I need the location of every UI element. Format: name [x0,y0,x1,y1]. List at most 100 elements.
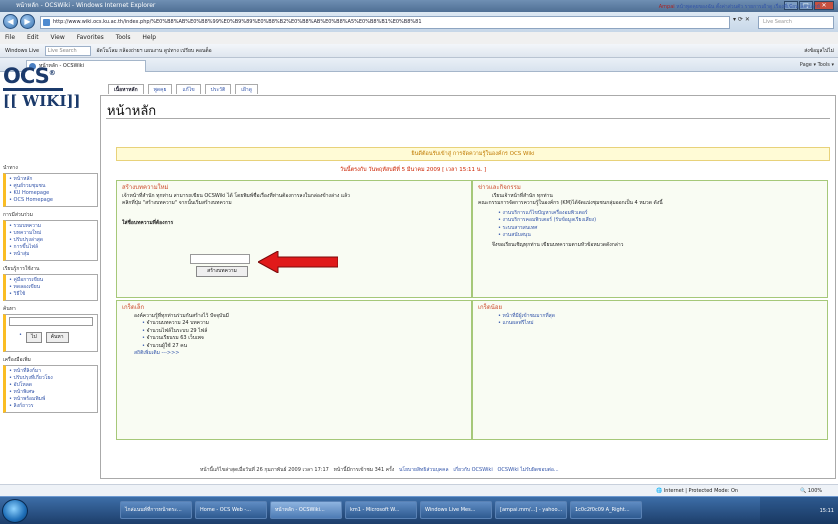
stats-more-link[interactable]: สถิติเพิ่มเติม --->>> [122,350,466,358]
sidebar-item-what-links-here[interactable]: หน้าที่ลิงก์มา [9,368,94,375]
tab-edit[interactable]: แก้ไข [176,84,201,94]
page-footer: หน้านี้แก้ไขล่าสุดเมื่อวันที่ 26 กุมภาพั… [200,466,559,474]
live-search-input[interactable]: Live Search [758,16,834,29]
small-tips-item[interactable]: หน้าที่มีผู้เข้าชมมากที่สุด [498,313,822,321]
menu-edit[interactable]: Edit [27,34,39,41]
create-article-button[interactable]: สร้างบทความ [196,266,248,277]
news-heading: ข่าวและกิจกรรม [478,184,521,191]
windows-live-link[interactable]: Windows Live [5,48,39,54]
disclaimer-link[interactable]: OCSWiki ไม่รับผิดชอบต่อ... [498,467,559,473]
news-footer: จึงขอเรียนเชิญทุกท่าน เขียนบทความตามหัวข… [492,241,624,248]
news-item-link[interactable]: งานบริการคอมพิวเตอร์ (รับข้อมูลเรียงเสีย… [503,217,596,223]
about-link[interactable]: เกี่ยวกับ OCSWiki [453,467,492,473]
sidebar-item-related-changes[interactable]: ปรับปรุงที่เกี่ยวโยง [9,375,94,382]
small-tips-item[interactable]: แกนผลฟรีไหม่ [498,320,822,328]
tips-heading: เกร็ดเล็ก [122,304,145,311]
tab-history[interactable]: ประวัติ [204,84,232,94]
taskbar-button[interactable]: km1 - Microsoft W... [345,501,417,519]
forward-button[interactable]: ▶ [20,14,35,29]
news-item-link[interactable]: งานบริการแก้ไขปัญหาเครื่องอมพิวเตอร์ [503,210,588,216]
taskbar-button[interactable]: ไกล่แนนท์ที่การหน้าตระ... [120,501,192,519]
page-icon [43,19,50,26]
address-bar[interactable]: http://www.wiki.ocs.ku.ac.th/index.php/%… [40,16,730,29]
live-search-label: Live Search [47,47,77,54]
small-tips-link[interactable]: แกนผลฟรีไหม่ [503,320,534,326]
links-right[interactable]: ส่งข้อมูลไปไม่ [804,44,834,58]
tab-article[interactable]: เนื้อหาหลัก [108,84,144,94]
taskbar-button[interactable]: Windows Live Mes... [420,501,492,519]
sidebar-item-help[interactable]: วิธีใช้ [9,291,94,298]
privacy-link[interactable]: นโยบายสิทธิส่วนบุคคล [399,467,449,473]
sidebar-item-uploads[interactable]: การขึ้นไฟล์ [9,244,94,251]
taskbar-button-active[interactable]: หน้าหลัก - OCSWiki... [270,501,342,519]
nav-heading: นำทาง [3,165,18,171]
search-go-button[interactable]: ไป [25,332,42,343]
tips-item: จำนวนผู้ใช้ 27 คน [142,343,466,351]
news-item-link[interactable]: งานสนับสนุน [503,232,531,238]
tab-watch[interactable]: เฝ้าดู [235,84,258,94]
back-button[interactable]: ◀ [3,14,18,29]
create-article-box: สร้างบทความใหม่ เจ้าหน้าที่สำนัก ทุกท่าน… [116,180,472,298]
sidebar-item-ku-homepage[interactable]: KU Homepage [9,190,94,197]
window-title: หน้าหลัก - OCSWiki - Windows Internet Ex… [16,2,156,9]
zone-text: Internet | Protected Mode: On [663,488,739,494]
tips-box: เกร็ดเล็ก องค์ความรู้ที่ทุกท่านร่วมกันสร… [116,300,472,440]
taskbar-button[interactable]: 1c0c2f0c09 A_Right... [570,501,642,519]
sidebar-item-new-articles[interactable]: บทความใหม่ [9,230,94,237]
small-tips-link[interactable]: หน้าที่มีผู้เข้าชมมากที่สุด [503,313,555,319]
search-portlet: ไป ค้นหา [3,314,98,352]
sidebar-item-upload[interactable]: อัปโหลด [9,382,94,389]
refresh-stop-icons[interactable]: ▾ ⟳ ✕ [733,16,750,23]
create-article-heading: สร้างบทความใหม่ [122,184,169,191]
site-logo[interactable]: OCS® [[ WIKI]] [3,62,81,118]
page-tabs: เนื้อหาหลัก พูดคุย แก้ไข ประวัติ เฝ้าดู [108,84,258,94]
view-count: หน้านี้มีการเข้าชม 341 ครั้ง [333,467,395,473]
news-item[interactable]: ระบบสารสนเทศ [498,225,822,233]
sidebar: นำทาง หน้าหลัก ศูนย์รวมชุมชน KU Homepage… [3,160,98,413]
small-tips-list: หน้าที่มีผู้เข้าชมมากที่สุด แกนผลฟรีไหม่ [478,313,822,328]
news-item[interactable]: งานสนับสนุน [498,232,822,240]
sidebar-item-recent-changes[interactable]: ปรับปรุงล่าสุด [9,237,94,244]
news-item[interactable]: งานบริการแก้ไขปัญหาเครื่องอมพิวเตอร์ [498,210,822,218]
menu-view[interactable]: View [51,34,65,41]
start-button[interactable] [2,499,28,523]
menu-bar: File Edit View Favorites Tools Help [0,32,838,44]
sidebar-item-ocs-homepage[interactable]: OCS Homepage [9,197,94,204]
user-link[interactable]: Ampai [659,4,675,10]
participation-portlet: รวมบทความ บทความใหม่ ปรับปรุงล่าสุด การข… [3,220,98,261]
menu-favorites[interactable]: Favorites [77,34,104,41]
menu-file[interactable]: File [5,34,15,41]
sidebar-item-special-pages[interactable]: หน้าพิเศษ [9,389,94,396]
create-article-label: ใส่ชื่อบทความที่ต้องการ [122,219,174,226]
news-item[interactable]: งานบริการคอมพิวเตอร์ (รับข้อมูลเรียงเสีย… [498,217,822,225]
sidebar-item-community[interactable]: ศูนย์รวมชุมชน [9,183,94,190]
live-search-box[interactable]: Live Search [44,45,91,56]
personal-menu[interactable]: หน้าพูดคุยของฉัน ตั้งค่าส่วนตัว รายการเฝ… [676,4,820,10]
links-items[interactable]: อัตโนโลม กล้องถ่ายฯ แผนงาน ดูปทาง เปรียบ… [96,48,211,54]
logo-wiki: [[ WIKI]] [3,92,81,110]
sidebar-item-printable[interactable]: หน้าพร้อมพิมพ์ [9,396,94,403]
taskbar-button[interactable]: [ampai.mm/...] - yahoo... [495,501,567,519]
sidebar-item-main[interactable]: หน้าหลัก [9,176,94,183]
logo-bar [3,88,63,91]
page-tools-menu[interactable]: Page ▾ Tools ▾ [800,58,834,72]
sidebar-item-sandbox[interactable]: ทดลองเขียน [9,284,94,291]
wiki-search-input[interactable] [9,317,93,326]
learn-heading: เรียนรู้การใช้งาน [3,266,40,272]
menu-tools[interactable]: Tools [116,34,131,41]
clock[interactable]: 15:11 [820,508,834,514]
taskbar-button[interactable]: Home - OCS Web -... [195,501,267,519]
search-heading: ค้นหา [3,306,16,312]
news-list: งานบริการแก้ไขปัญหาเครื่องอมพิวเตอร์ งาน… [478,210,822,240]
sidebar-item-all-articles[interactable]: รวมบทความ [9,223,94,230]
participation-heading: การมีส่วนร่วม [3,212,33,218]
search-find-button[interactable]: ค้นหา [45,332,69,343]
sidebar-item-manual[interactable]: คู่มือการเขียน [9,277,94,284]
sidebar-item-random[interactable]: หน้าสุ่ม [9,251,94,258]
menu-help[interactable]: Help [142,34,156,41]
new-article-input[interactable] [190,254,250,264]
address-row: ◀ ▶ http://www.wiki.ocs.ku.ac.th/index.p… [0,12,838,32]
tab-discussion[interactable]: พูดคุย [147,84,173,94]
sidebar-item-permalink[interactable]: ลิงก์ถาวร [9,403,94,410]
news-item-link[interactable]: ระบบสารสนเทศ [503,225,538,231]
